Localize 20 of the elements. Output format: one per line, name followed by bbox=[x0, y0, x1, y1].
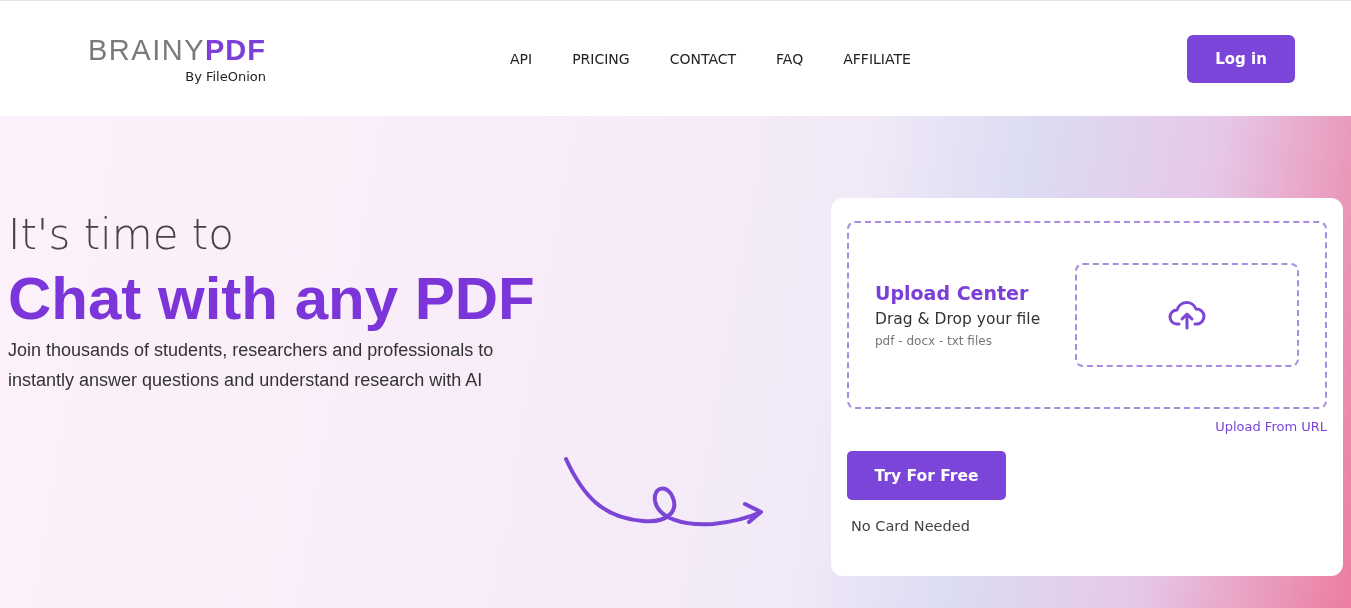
no-card-note: No Card Needed bbox=[851, 518, 971, 534]
nav-link[interactable]: API bbox=[490, 50, 553, 67]
hero-headline: Chat with any PDF bbox=[8, 264, 536, 334]
cloud-upload-icon bbox=[1168, 300, 1206, 330]
nav-link[interactable]: CONTACT bbox=[649, 50, 757, 67]
logo-wordmark[interactable]: BRAINYPDF bbox=[88, 33, 266, 66]
try-for-free-button[interactable]: Try For Free bbox=[847, 451, 1006, 500]
upload-title: Upload Center bbox=[875, 282, 1030, 304]
nav-link[interactable]: FAQ bbox=[756, 50, 824, 67]
hero-description: Join thousands of students, researchers and professionals to instantly answer questions and understand research with AI bbox=[8, 339, 495, 392]
login-button[interactable]: Log in bbox=[1187, 34, 1295, 83]
file-formats: pdf - docx - txt files bbox=[875, 334, 993, 348]
nav-link[interactable]: PRICING bbox=[552, 50, 650, 67]
nav-link[interactable]: AFFILIATE bbox=[823, 50, 931, 67]
drop-zone[interactable]: Upload Center Drag & Drop your file pdf - docx - txt files bbox=[847, 221, 1327, 409]
logo-byline: By FileOnion bbox=[185, 68, 266, 84]
upload-subtitle: Drag & Drop your file bbox=[875, 310, 1042, 328]
upload-from-url-link[interactable]: Upload From URL bbox=[1215, 419, 1327, 434]
hero-kicker: It's time to bbox=[8, 210, 236, 259]
upload-target[interactable] bbox=[1075, 263, 1299, 367]
